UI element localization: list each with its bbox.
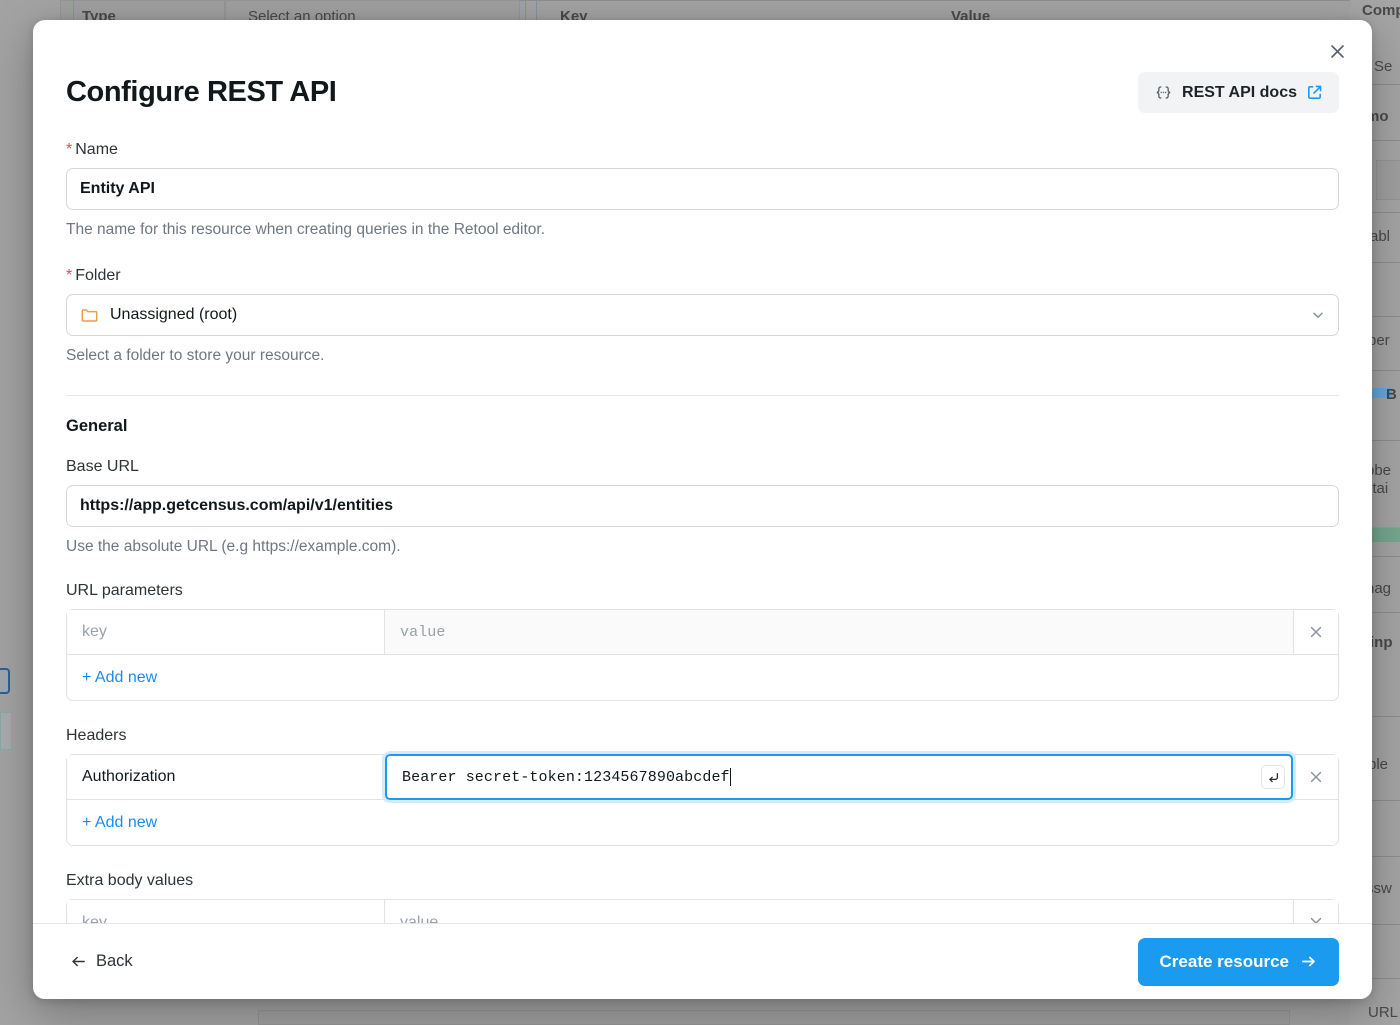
- close-icon[interactable]: [1293, 755, 1338, 799]
- table-row: Bearer secret-token:1234567890abcdef: [67, 755, 1338, 800]
- header-key-cell[interactable]: [67, 755, 385, 799]
- table-row: [67, 900, 1338, 923]
- extra-body-value-input[interactable]: [400, 914, 1278, 924]
- url-parameters-add-row: + Add new: [67, 655, 1338, 700]
- folder-help-text: Select a folder to store your resource.: [66, 347, 1339, 365]
- external-link-icon: [1306, 84, 1323, 101]
- extra-body-values-label: Extra body values: [66, 872, 1339, 890]
- arrow-right-icon: [1300, 953, 1317, 970]
- header-key-input[interactable]: [82, 768, 369, 786]
- backdrop-label: URL: [1368, 1004, 1398, 1021]
- backdrop-label: Comp: [1362, 2, 1400, 19]
- backdrop-cell: [0, 712, 12, 750]
- base-url-help-text: Use the absolute URL (e.g https://exampl…: [66, 538, 1339, 556]
- header-value-text: Bearer secret-token:1234567890abcdef: [402, 769, 730, 786]
- headers-add-row: + Add new: [67, 800, 1338, 845]
- backdrop-label: inp: [1370, 634, 1393, 651]
- backdrop-selected-handle: [0, 668, 10, 694]
- create-resource-label: Create resource: [1160, 952, 1289, 972]
- modal-footer: Back Create resource: [33, 923, 1372, 999]
- folder-selected-value: Unassigned (root): [110, 306, 237, 324]
- rest-api-docs-label: REST API docs: [1182, 84, 1297, 102]
- backdrop-cell: [258, 1010, 1290, 1025]
- table-row: [67, 610, 1338, 655]
- close-icon[interactable]: [1293, 610, 1338, 654]
- folder-label-text: Folder: [75, 267, 120, 284]
- base-url-label: Base URL: [66, 458, 1339, 476]
- text-caret: [730, 768, 731, 786]
- url-parameters-add-new-button[interactable]: + Add new: [82, 669, 157, 687]
- required-marker: *: [66, 267, 72, 284]
- name-help-text: The name for this resource when creating…: [66, 221, 1339, 239]
- name-field-group: *Name The name for this resource when cr…: [66, 141, 1339, 239]
- header-value-input[interactable]: Bearer secret-token:1234567890abcdef: [402, 768, 1276, 786]
- headers-add-new-button[interactable]: + Add new: [82, 814, 157, 832]
- name-input[interactable]: [66, 168, 1339, 210]
- extra-body-key-input[interactable]: [82, 914, 369, 924]
- name-label-text: Name: [75, 141, 118, 158]
- extra-body-key-cell[interactable]: [67, 900, 385, 923]
- headers-label: Headers: [66, 727, 1339, 745]
- base-url-field-group: Base URL Use the absolute URL (e.g https…: [66, 458, 1339, 556]
- create-resource-button[interactable]: Create resource: [1138, 938, 1339, 986]
- chevron-down-icon: [1310, 307, 1326, 323]
- back-button[interactable]: Back: [66, 946, 137, 977]
- folder-field-group: *Folder Unassigned (root) Select a folde…: [66, 267, 1339, 365]
- name-label: *Name: [66, 141, 1339, 159]
- url-param-value-input[interactable]: [400, 624, 1278, 641]
- url-param-key-input[interactable]: [82, 623, 369, 641]
- modal-body: Configure REST API REST API docs: [33, 20, 1372, 923]
- url-param-value-cell[interactable]: [385, 610, 1293, 654]
- extra-body-values-table: [66, 899, 1339, 923]
- expand-editor-icon[interactable]: [1261, 765, 1285, 789]
- curly-braces-icon: [1154, 83, 1173, 102]
- arrow-left-icon: [70, 953, 87, 970]
- folder-label: *Folder: [66, 267, 1339, 285]
- modal-header: Configure REST API REST API docs: [66, 20, 1339, 113]
- rest-api-docs-button[interactable]: REST API docs: [1138, 72, 1339, 113]
- backdrop-label: abl: [1370, 228, 1390, 245]
- required-marker: *: [66, 141, 72, 158]
- section-divider: [66, 395, 1339, 396]
- close-icon[interactable]: [1293, 900, 1338, 923]
- folder-select[interactable]: Unassigned (root): [66, 294, 1339, 336]
- extra-body-value-cell[interactable]: [385, 900, 1293, 923]
- backdrop-label: Se: [1374, 58, 1392, 75]
- backdrop-label: B: [1386, 386, 1397, 403]
- folder-icon: [80, 306, 99, 325]
- base-url-input[interactable]: [66, 485, 1339, 527]
- url-parameters-label: URL parameters: [66, 582, 1339, 600]
- close-icon[interactable]: [1320, 34, 1354, 68]
- url-parameters-group: URL parameters + Add ne: [66, 582, 1339, 701]
- headers-table: Bearer secret-token:1234567890abcdef: [66, 754, 1339, 846]
- back-button-label: Back: [96, 952, 133, 971]
- extra-body-values-group: Extra body values: [66, 872, 1339, 923]
- configure-rest-api-modal: Configure REST API REST API docs: [33, 20, 1372, 999]
- headers-group: Headers Bearer secret-token:1234567890ab…: [66, 727, 1339, 846]
- page-title: Configure REST API: [66, 76, 336, 109]
- url-parameters-table: + Add new: [66, 609, 1339, 701]
- header-value-cell[interactable]: Bearer secret-token:1234567890abcdef: [385, 754, 1293, 800]
- url-param-key-cell[interactable]: [67, 610, 385, 654]
- general-section-title: General: [66, 417, 1339, 436]
- backdrop-cell: [1376, 160, 1400, 200]
